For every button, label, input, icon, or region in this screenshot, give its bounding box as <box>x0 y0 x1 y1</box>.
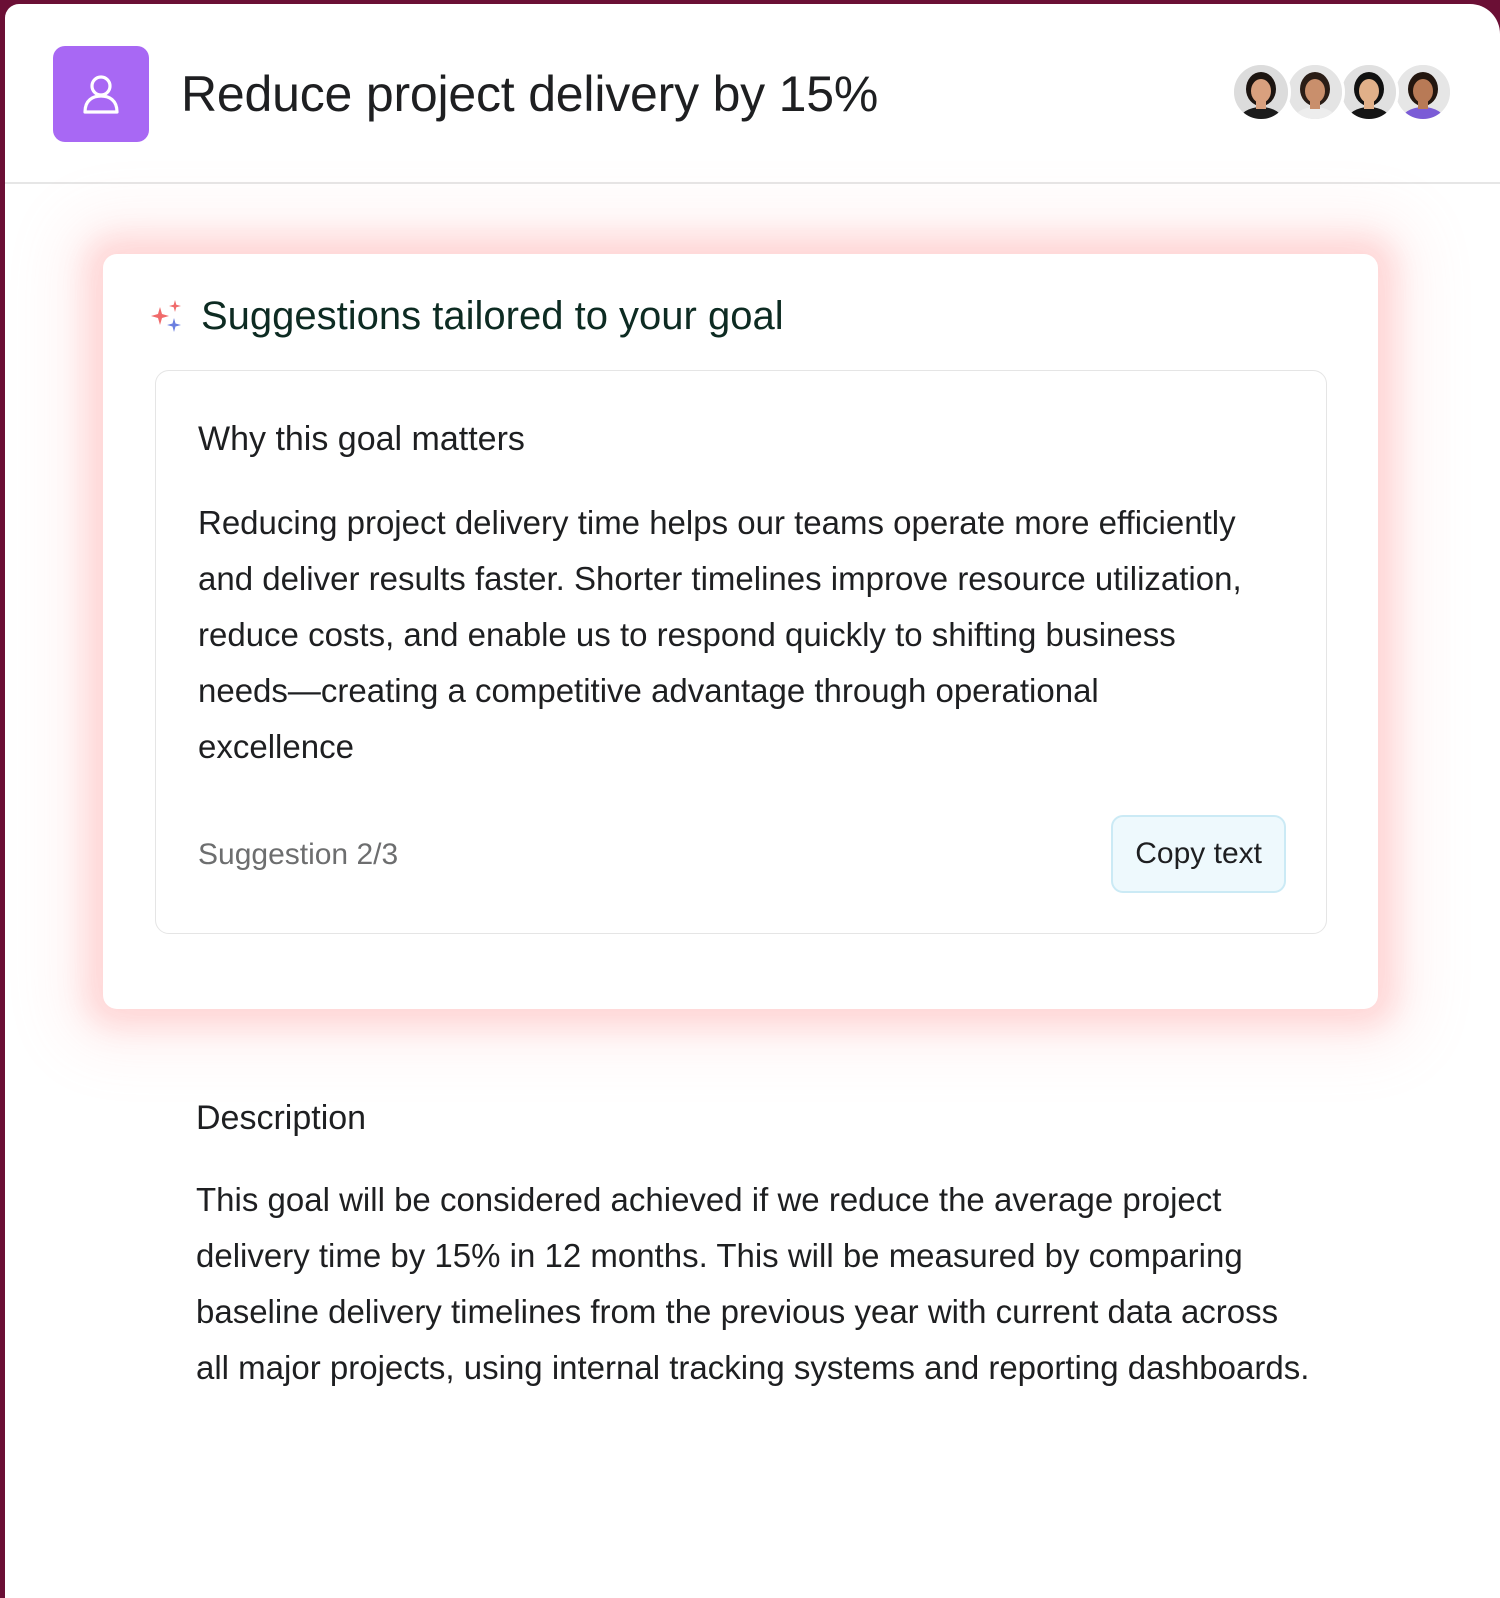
goal-user-icon[interactable] <box>53 46 149 142</box>
suggestion-title: Why this goal matters <box>198 420 525 458</box>
avatar[interactable] <box>1339 62 1399 122</box>
goal-title[interactable]: Reduce project delivery by 15% <box>181 64 878 124</box>
sparkle-icon <box>151 300 181 332</box>
description-body[interactable]: This goal will be considered achieved if… <box>196 1172 1316 1396</box>
goal-window: Reduce project delivery by 15% Suggestio… <box>5 4 1500 1598</box>
avatar[interactable] <box>1285 62 1345 122</box>
copy-text-button[interactable]: Copy text <box>1111 815 1286 893</box>
avatar-photo <box>1342 65 1396 119</box>
avatar-photo <box>1234 65 1288 119</box>
collaborator-avatars[interactable] <box>1231 62 1453 122</box>
goal-header: Reduce project delivery by 15% <box>5 4 1500 184</box>
goal-content: Suggestions tailored to your goal Why th… <box>5 186 1500 1598</box>
suggestions-title: Suggestions tailored to your goal <box>201 294 784 338</box>
description-title: Description <box>196 1099 367 1137</box>
avatar-photo <box>1288 65 1342 119</box>
suggestion-card: Why this goal matters Reducing project d… <box>155 370 1327 934</box>
avatar-photo <box>1396 65 1450 119</box>
person-outline-icon <box>83 75 119 114</box>
suggestions-card: Suggestions tailored to your goal Why th… <box>103 254 1378 1009</box>
suggestions-heading: Suggestions tailored to your goal <box>149 292 784 340</box>
avatar[interactable] <box>1231 62 1291 122</box>
suggestion-counter: Suggestion 2/3 <box>198 838 399 871</box>
avatar[interactable] <box>1393 62 1453 122</box>
suggestion-body: Reducing project delivery time helps our… <box>198 504 1242 765</box>
